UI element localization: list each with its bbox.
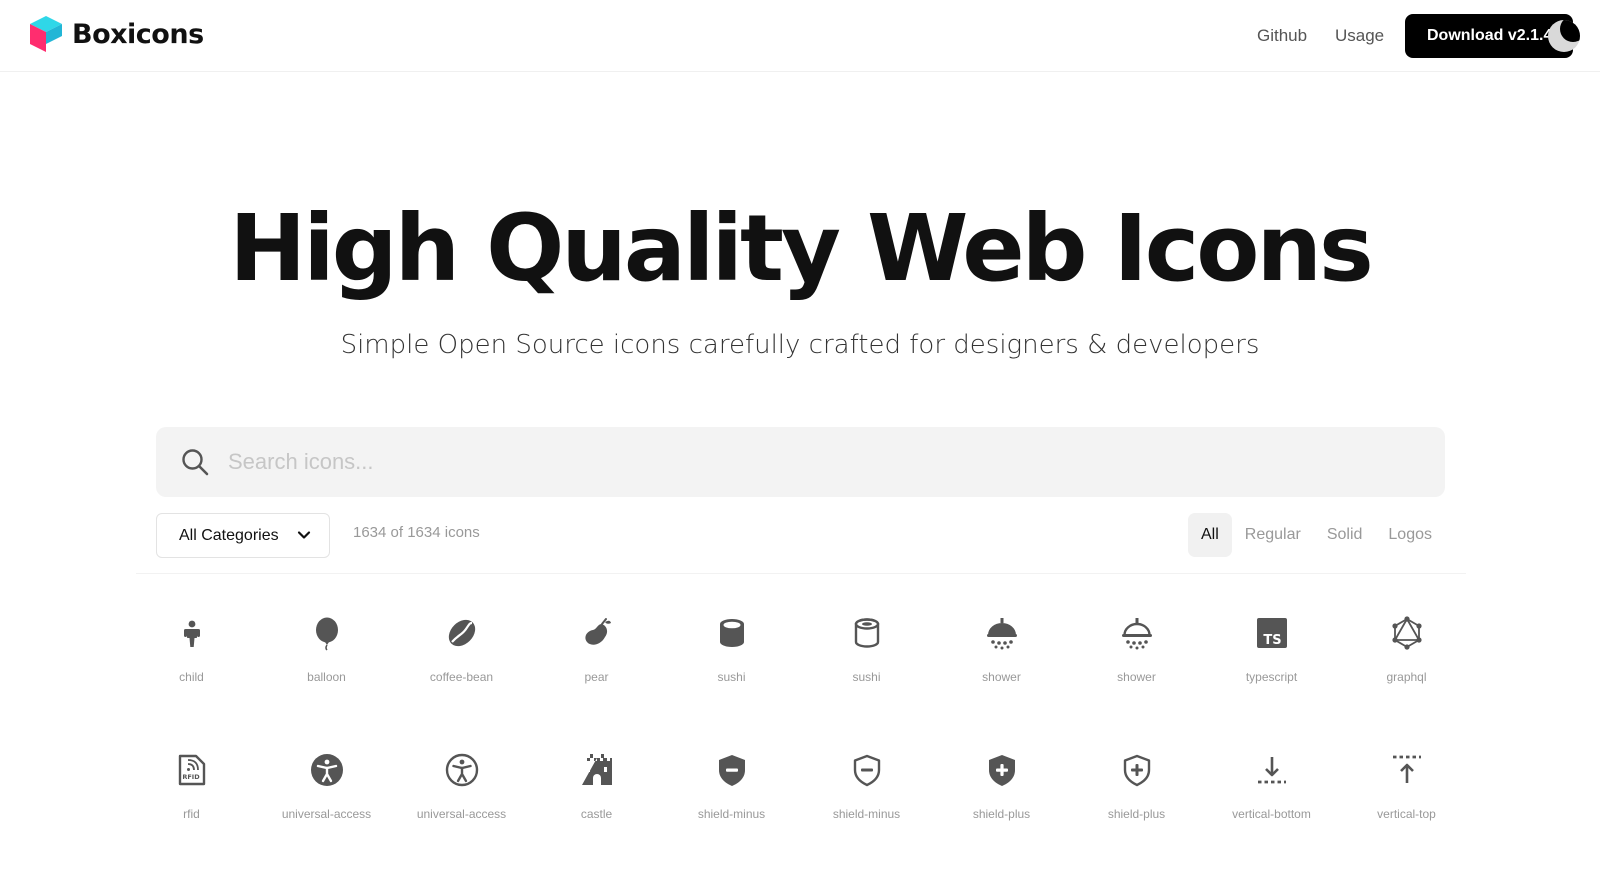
graphql-icon [1389,615,1425,656]
icon-card[interactable]: RFID rfid [124,752,259,852]
child-icon [174,615,210,656]
dark-mode-toggle-icon[interactable] [1548,20,1580,52]
vertical-top-icon [1389,752,1425,793]
icon-card[interactable]: universal-access [394,752,529,852]
section-divider [136,573,1466,574]
icon-card[interactable]: shower [934,615,1069,715]
vertical-bottom-icon [1254,752,1290,793]
brand-logo-link[interactable]: Boxicons [28,14,204,54]
tab-all[interactable]: All [1188,513,1232,557]
icon-card[interactable]: shield-minus [664,752,799,852]
icon-card[interactable]: TS typescript [1204,615,1339,715]
sushi-solid-icon [714,615,750,656]
page-title: High Quality Web Icons [229,195,1373,302]
svg-text:RFID: RFID [182,773,200,781]
icon-label: sushi [717,670,746,684]
search-input[interactable] [228,427,1418,497]
shield-plus-solid-icon [984,752,1020,793]
icon-label: graphql [1386,670,1427,684]
svg-text:TS: TS [1263,633,1281,648]
icon-label: rfid [183,807,200,821]
chevron-down-icon [297,528,311,542]
typescript-icon: TS [1254,615,1290,656]
type-filter-tabs: All Regular Solid Logos [1188,513,1445,557]
pear-icon [579,615,615,656]
castle-icon [579,752,615,793]
icon-label: shield-plus [972,807,1031,821]
icon-label: vertical-bottom [1232,807,1311,821]
icon-card[interactable]: coffee-bean [394,615,529,715]
icon-label: shower [982,670,1021,684]
icon-label: sushi [852,670,881,684]
universal-access-regular-icon [444,752,480,793]
icon-label: shield-minus [832,807,901,821]
shower-solid-icon [984,615,1020,656]
icon-label: shower [1117,670,1156,684]
sushi-regular-icon [849,615,885,656]
icon-card[interactable]: balloon [259,615,394,715]
icon-label: shield-plus [1107,807,1166,821]
icon-card[interactable]: shield-plus [934,752,1069,852]
icon-card[interactable]: vertical-bottom [1204,752,1339,852]
icon-label: balloon [307,670,346,684]
boxicons-logo-icon [28,14,64,54]
tab-logos[interactable]: Logos [1375,513,1445,557]
icon-card[interactable]: castle [529,752,664,852]
tab-regular[interactable]: Regular [1232,513,1314,557]
icon-label: typescript [1245,670,1298,684]
shower-regular-icon [1119,615,1155,656]
brand-name: Boxicons [72,18,204,50]
icon-card[interactable]: shield-plus [1069,752,1204,852]
icon-card[interactable]: vertical-top [1339,752,1474,852]
nav-link-github[interactable]: Github [1257,26,1307,46]
balloon-icon [309,615,345,656]
icon-label: child [179,670,204,684]
search-icon [180,447,210,477]
icon-card[interactable]: pear [529,615,664,715]
site-header: Boxicons Github Usage Download v2.1.4 [0,0,1600,72]
icon-card[interactable]: sushi [799,615,934,715]
tab-solid[interactable]: Solid [1314,513,1376,557]
coffee-bean-icon [444,615,480,656]
rfid-icon: RFID [174,752,210,793]
icon-label: universal-access [281,807,372,821]
category-select[interactable]: All Categories [156,513,330,558]
icon-card[interactable]: shower [1069,615,1204,715]
icon-label: castle [580,807,613,821]
shield-plus-regular-icon [1119,752,1155,793]
icon-label: universal-access [416,807,507,821]
icon-count: 1634 of 1634 icons [353,524,480,541]
icon-card[interactable]: child [124,615,259,715]
icon-label: pear [584,670,609,684]
page-subtitle: Simple Open Source icons carefully craft… [340,330,1260,360]
icon-label: coffee-bean [429,670,494,684]
icon-card[interactable]: shield-minus [799,752,934,852]
category-select-label: All Categories [179,526,279,544]
shield-minus-regular-icon [849,752,885,793]
icon-label: vertical-top [1377,807,1436,821]
shield-minus-solid-icon [714,752,750,793]
icon-label: shield-minus [697,807,766,821]
universal-access-solid-icon [309,752,345,793]
search-bar [156,427,1445,497]
icon-card[interactable]: sushi [664,615,799,715]
nav-link-usage[interactable]: Usage [1335,26,1384,46]
icon-card[interactable]: graphql [1339,615,1474,715]
icon-card[interactable]: universal-access [259,752,394,852]
